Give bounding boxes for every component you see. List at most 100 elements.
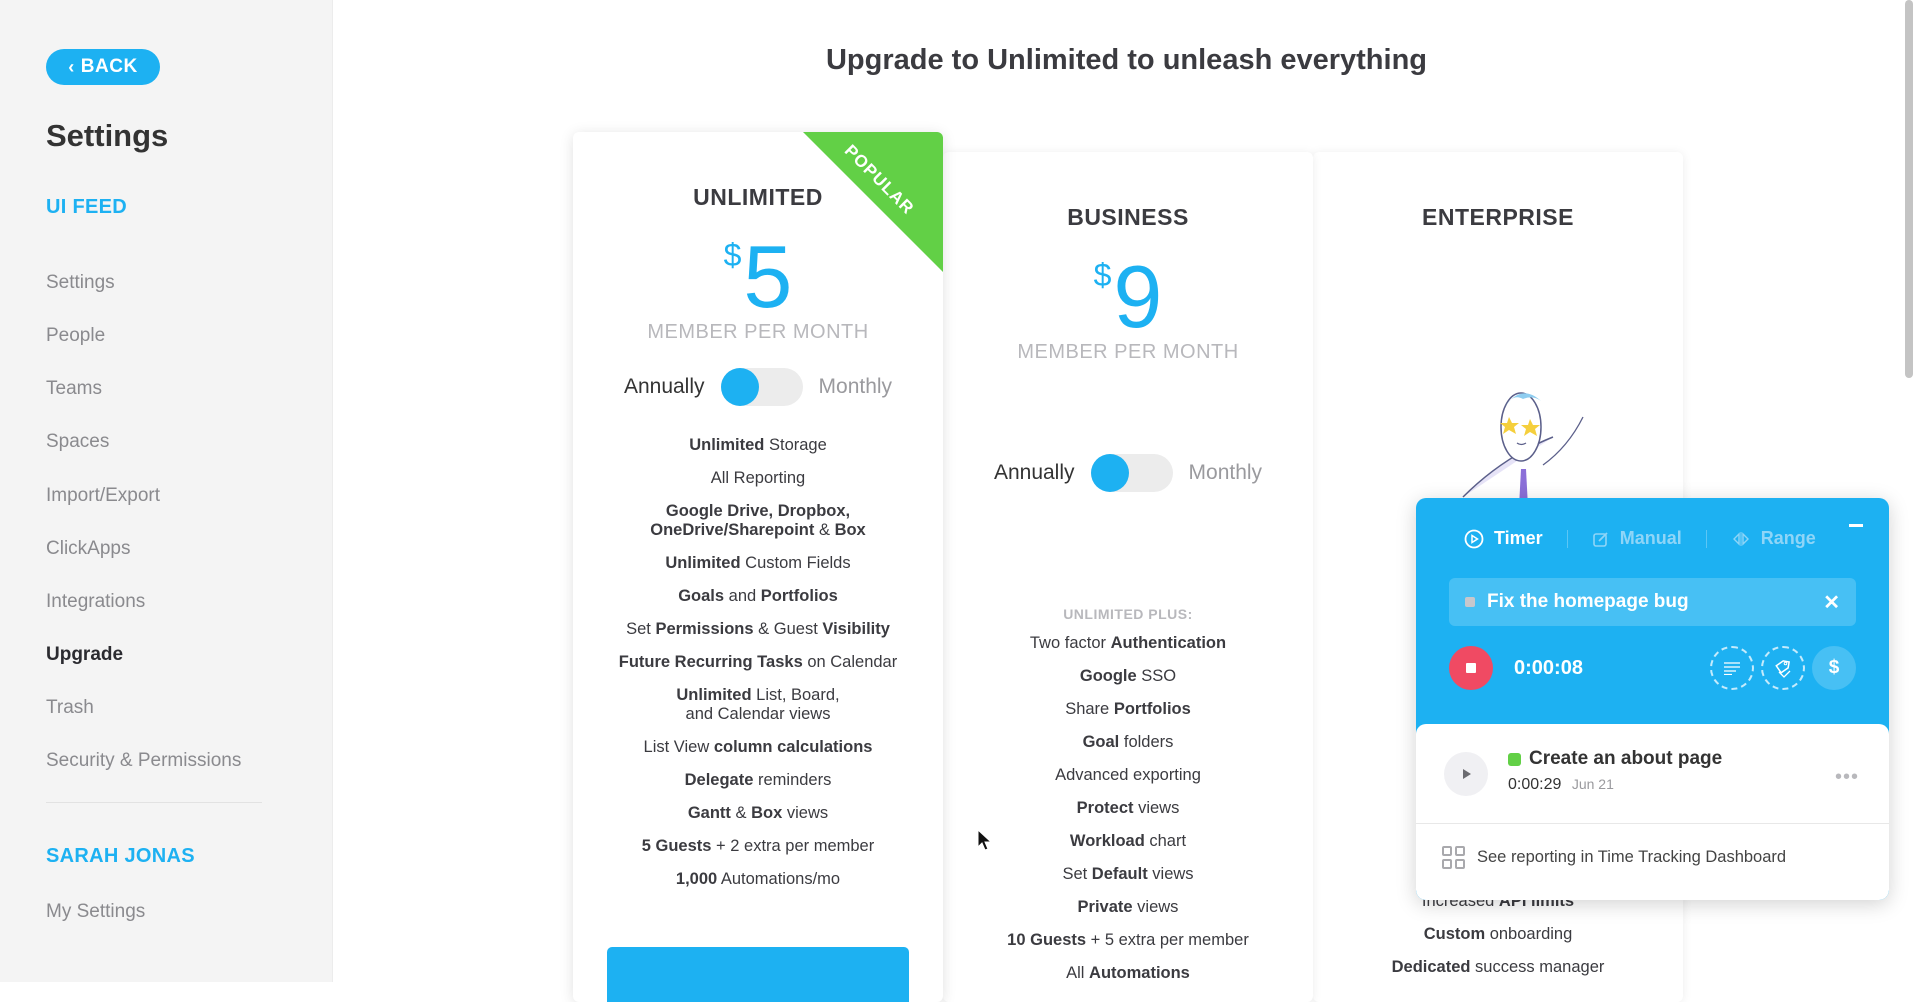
- feature-item: Goal folders: [943, 733, 1313, 752]
- feature-item: Delegate reminders: [573, 771, 943, 790]
- stop-timer-button[interactable]: [1449, 646, 1493, 690]
- billable-button[interactable]: $: [1812, 646, 1856, 690]
- tab-separator: [1705, 529, 1707, 548]
- edit-icon: [1592, 531, 1608, 547]
- toggle-knob: [720, 368, 759, 406]
- more-options-icon[interactable]: •••: [1835, 766, 1859, 789]
- plan-card-business: BUSINESS $ 9 MEMBER PER MONTH Annually M…: [943, 152, 1313, 1002]
- feature-highlight: Visibility: [822, 620, 890, 638]
- sidebar-item-clickapps[interactable]: ClickApps: [46, 538, 130, 560]
- toggle-knob: [1090, 454, 1129, 492]
- notes-icon: [1724, 662, 1740, 675]
- feature-item: All Automations: [943, 964, 1313, 983]
- price-unit: MEMBER PER MONTH: [647, 321, 869, 343]
- tab-range[interactable]: Range: [1731, 528, 1816, 549]
- timer-controls: 0:00:08 $: [1449, 646, 1856, 690]
- feature-item: Custom onboarding: [1313, 925, 1683, 944]
- current-task-name: Fix the homepage bug: [1487, 591, 1689, 612]
- feature-item: Google Drive, Dropbox, OneDrive/Sharepoin…: [573, 502, 943, 540]
- feature-text: Advanced exporting: [1055, 766, 1201, 784]
- tab-label: Range: [1760, 528, 1816, 548]
- price-unit: MEMBER PER MONTH: [1017, 341, 1239, 363]
- feature-highlight: Future Recurring Tasks: [618, 653, 803, 671]
- feature-list: Unlimited Storage All Reporting Google Dri…: [573, 436, 943, 889]
- sidebar-item-spaces[interactable]: Spaces: [46, 431, 109, 453]
- settings-sidebar: ‹ BACK Settings UI FEED Settings People Te…: [0, 0, 333, 982]
- feature-list: Increased API limits Custom onboarding Ded…: [1313, 892, 1683, 991]
- close-icon[interactable]: ✕: [1823, 590, 1840, 615]
- workspace-section-label: UI FEED: [46, 196, 127, 218]
- user-section-label: SARAH JONAS: [46, 845, 195, 867]
- timer-history: Create an about page 0:00:29 Jun 21 ••• …: [1416, 724, 1889, 900]
- upgrade-unlimited-button[interactable]: [607, 947, 909, 1002]
- back-button[interactable]: ‹ BACK: [46, 49, 160, 85]
- feature-item: Protect views: [943, 799, 1313, 818]
- feature-text: success manager: [1470, 958, 1605, 976]
- entry-task-name: Create an about page: [1529, 748, 1723, 769]
- feature-text: Set: [1062, 865, 1092, 883]
- tab-manual[interactable]: Manual: [1592, 528, 1682, 549]
- resume-timer-button[interactable]: [1444, 752, 1488, 796]
- feature-text: &: [814, 521, 835, 539]
- feature-highlight: Protect: [1076, 799, 1134, 817]
- feature-text: Two factor: [1029, 634, 1111, 652]
- feature-item: Unlimited Custom Fields: [573, 554, 943, 573]
- sidebar-item-my-settings[interactable]: My Settings: [46, 901, 145, 923]
- feature-highlight: Gantt: [687, 804, 731, 822]
- feature-highlight: 1,000: [675, 870, 718, 888]
- feature-item: Unlimited List, Board, and Calendar views: [573, 686, 943, 724]
- sidebar-item-teams[interactable]: Teams: [46, 378, 102, 400]
- currency-symbol: $: [723, 237, 742, 273]
- add-tags-button[interactable]: [1761, 646, 1805, 690]
- sidebar-item-security-permissions[interactable]: Security & Permissions: [46, 750, 241, 772]
- feature-item: Dedicated success manager: [1313, 958, 1683, 977]
- feature-text: Automations/mo: [717, 870, 841, 888]
- time-entry[interactable]: Create an about page 0:00:29 Jun 21 •••: [1416, 724, 1889, 824]
- feature-highlight: Box: [834, 521, 866, 539]
- feature-highlight: Google: [1079, 667, 1137, 685]
- feature-text: List, Board,: [751, 686, 840, 704]
- sidebar-item-integrations[interactable]: Integrations: [46, 591, 145, 613]
- report-link-label: See reporting in Time Tracking Dashboard: [1477, 848, 1787, 866]
- sidebar-item-people[interactable]: People: [46, 325, 105, 347]
- feature-item: All Reporting: [573, 469, 943, 488]
- feature-text: Storage: [764, 436, 827, 454]
- feature-text: & Guest: [753, 620, 823, 638]
- tag-icon: [1775, 660, 1791, 678]
- tab-label: Timer: [1494, 528, 1543, 548]
- add-notes-button[interactable]: [1710, 646, 1754, 690]
- annually-label[interactable]: Annually: [994, 461, 1075, 485]
- time-tracking-dashboard-link[interactable]: See reporting in Time Tracking Dashboard: [1442, 846, 1786, 869]
- sidebar-item-import-export[interactable]: Import/Export: [46, 485, 160, 507]
- feature-text: chart: [1144, 832, 1187, 850]
- range-icon: [1732, 531, 1749, 546]
- feature-item: Set Permissions & Guest Visibility: [573, 620, 943, 639]
- sidebar-item-upgrade[interactable]: Upgrade: [46, 644, 123, 666]
- play-circle-icon: [1464, 529, 1484, 548]
- monthly-label[interactable]: Monthly: [819, 375, 893, 399]
- feature-item: Two factor Authentication: [943, 634, 1313, 653]
- feature-text: views: [1147, 865, 1194, 883]
- timer-mode-tabs: Timer Manual Range: [1464, 528, 1816, 549]
- currency-symbol: $: [1093, 257, 1112, 293]
- feature-text: Share: [1065, 700, 1114, 718]
- billing-toggle[interactable]: [1090, 454, 1173, 492]
- minimize-button[interactable]: [1849, 524, 1863, 527]
- feature-highlight: 5 Guests: [641, 837, 712, 855]
- feature-item: Set Default views: [943, 865, 1313, 884]
- entry-title: Create an about page: [1508, 748, 1722, 770]
- sidebar-item-trash[interactable]: Trash: [46, 697, 94, 719]
- monthly-label[interactable]: Monthly: [1189, 461, 1263, 485]
- sidebar-item-settings[interactable]: Settings: [46, 272, 115, 294]
- feature-text: views: [1132, 898, 1179, 916]
- current-task-field[interactable]: Fix the homepage bug ✕: [1449, 578, 1856, 626]
- task-status-icon: [1465, 597, 1475, 607]
- feature-text: Custom Fields: [740, 554, 851, 572]
- annually-label[interactable]: Annually: [624, 375, 705, 399]
- tab-timer[interactable]: Timer: [1464, 528, 1543, 549]
- page-scrollbar[interactable]: [1905, 0, 1913, 378]
- billing-toggle[interactable]: [720, 368, 803, 406]
- stop-icon: [1466, 663, 1476, 673]
- feature-text: All Reporting: [710, 469, 806, 487]
- chevron-left-icon: ‹: [68, 56, 75, 77]
